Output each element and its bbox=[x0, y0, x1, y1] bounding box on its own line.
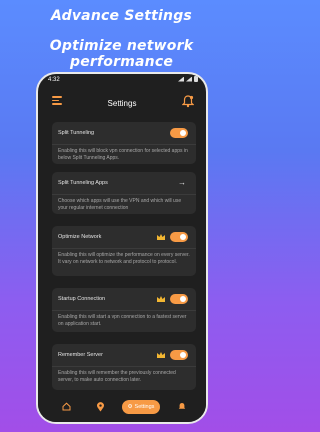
divider bbox=[52, 310, 196, 311]
setting-card-split-tunneling-apps[interactable]: Split Tunneling Apps → Choose which apps… bbox=[52, 172, 196, 214]
phone-frame: 4:32 Settings Split Tunneling Enabling t… bbox=[36, 72, 208, 424]
signal-icon bbox=[178, 76, 184, 82]
setting-card-split-tunneling: Split Tunneling Enabling this will block… bbox=[52, 122, 196, 164]
nav-label: Settings bbox=[134, 404, 155, 410]
divider bbox=[52, 194, 196, 195]
notification-icon[interactable] bbox=[178, 402, 186, 411]
status-time: 4:32 bbox=[48, 77, 60, 83]
divider bbox=[52, 144, 196, 145]
arrow-right-icon[interactable]: → bbox=[178, 178, 186, 187]
status-icons bbox=[178, 76, 198, 82]
promo-subtitle: Optimize network performance bbox=[49, 38, 194, 70]
crown-icon bbox=[157, 234, 165, 240]
divider bbox=[52, 248, 196, 249]
divider bbox=[52, 366, 196, 367]
setting-description: Choose which apps will use the VPN and w… bbox=[58, 198, 182, 211]
crown-icon bbox=[157, 296, 165, 302]
setting-description: Enabling this will optimize the performa… bbox=[58, 252, 190, 265]
setting-label: Split Tunneling bbox=[58, 130, 95, 136]
toggle-knob bbox=[180, 234, 186, 240]
setting-description: Enabling this will start a vpn connectio… bbox=[58, 314, 187, 327]
remember-server-toggle[interactable] bbox=[170, 350, 188, 360]
toggle-knob bbox=[180, 352, 186, 358]
settings-nav-button[interactable]: ⚙ Settings bbox=[122, 400, 160, 414]
promo-title: Advance Settings bbox=[51, 8, 192, 24]
toggle-knob bbox=[180, 130, 186, 136]
home-icon[interactable] bbox=[62, 402, 71, 411]
page-title: Settings bbox=[107, 99, 137, 108]
setting-label: Startup Connection bbox=[58, 296, 106, 302]
optimize-network-toggle[interactable] bbox=[170, 232, 188, 242]
crown-icon bbox=[157, 352, 165, 358]
location-icon[interactable] bbox=[96, 402, 105, 412]
battery-icon bbox=[194, 76, 198, 82]
bottom-nav: ⚙ Settings bbox=[38, 394, 206, 422]
startup-connection-toggle[interactable] bbox=[170, 294, 188, 304]
setting-card-remember-server: Remember Server Enabling this will remem… bbox=[52, 344, 196, 390]
split-tunneling-toggle[interactable] bbox=[170, 128, 188, 138]
setting-description: Enabling this will remember the previous… bbox=[58, 370, 176, 383]
setting-label: Remember Server bbox=[58, 352, 103, 358]
setting-label: Optimize Network bbox=[58, 234, 102, 240]
wifi-icon bbox=[186, 76, 192, 82]
toggle-knob bbox=[180, 296, 186, 302]
setting-card-startup-connection: Startup Connection Enabling this will st… bbox=[52, 288, 196, 332]
setting-label: Split Tunneling Apps bbox=[58, 180, 108, 186]
bell-icon[interactable] bbox=[182, 95, 194, 108]
status-bar: 4:32 bbox=[38, 74, 206, 86]
gear-icon: ⚙ bbox=[127, 404, 133, 410]
app-bar: Settings bbox=[38, 90, 206, 116]
setting-description: Enabling this will block vpn connection … bbox=[58, 148, 188, 161]
setting-card-optimize-network: Optimize Network Enabling this will opti… bbox=[52, 226, 196, 276]
